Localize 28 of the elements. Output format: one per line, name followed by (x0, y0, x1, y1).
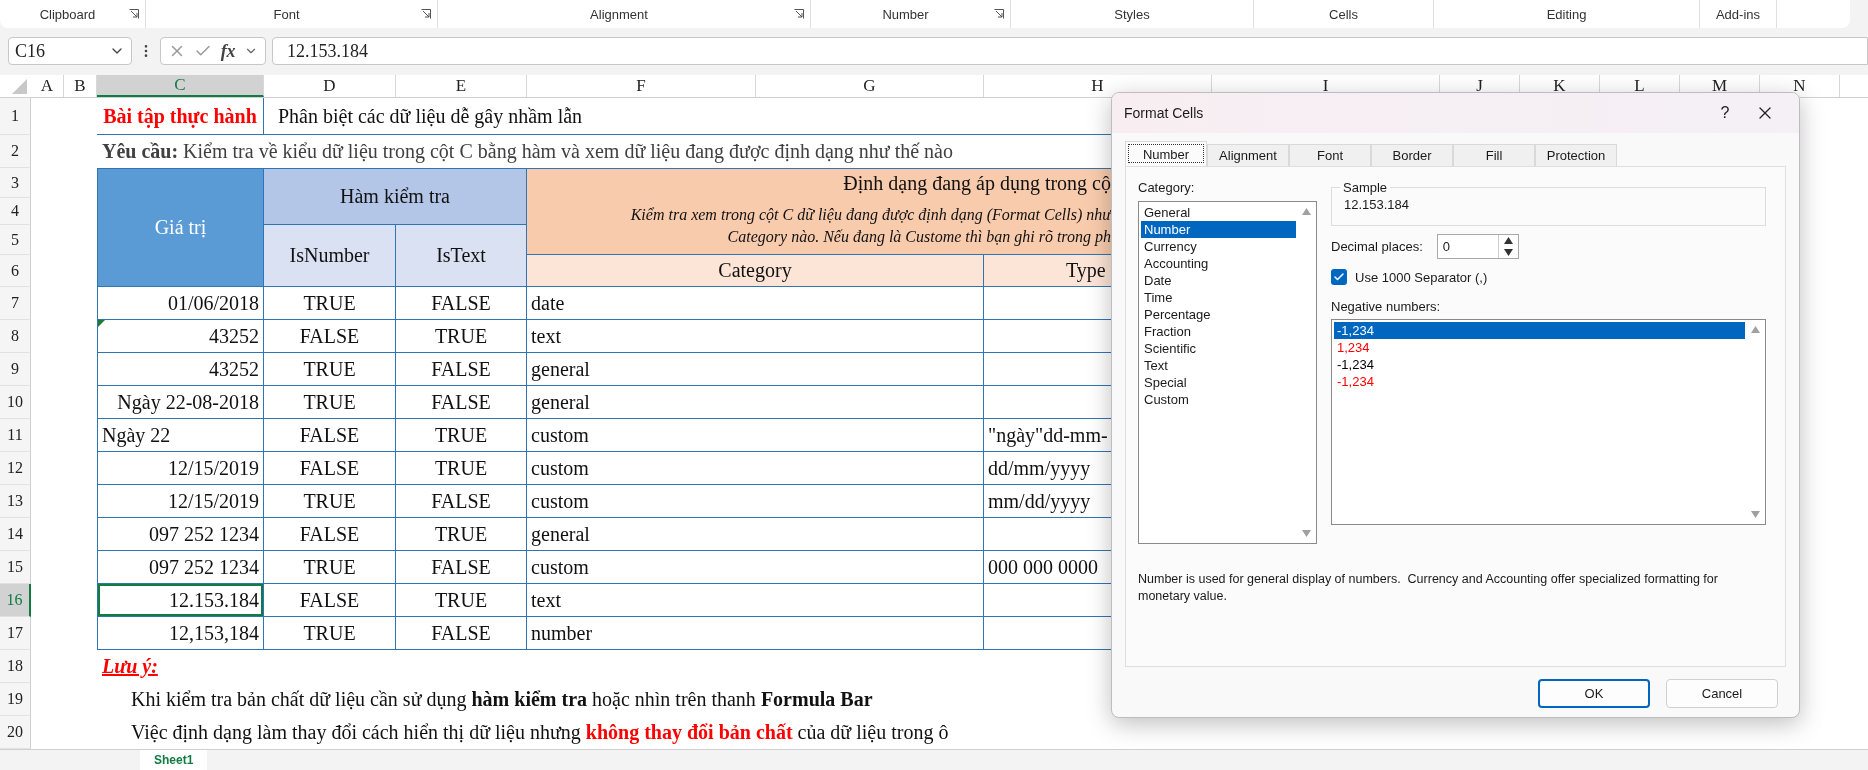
negative-numbers-label: Negative numbers: (1331, 299, 1442, 314)
category-label: Category: (1138, 180, 1196, 195)
note-text: Khi kiểm tra bản chất dữ liệu cần sử dụng hàm kiểm tra hoặc nhìn trên thanh Formula Bar (131, 688, 873, 711)
heading-note: Kiểm tra xem trong cột C dữ liệu đang được định dạng (Format Cells) như (630, 206, 1111, 224)
column-heading: Hàm kiểm tra (264, 168, 527, 225)
ribbon-group-label: Add-ins (1714, 6, 1762, 22)
ribbon-group-label: Clipboard (38, 6, 97, 22)
column-heading: Category (527, 255, 984, 287)
exercise-title: Bài tập thực hành (97, 98, 264, 135)
ribbon-group-label: Font (272, 6, 301, 22)
ribbon-group-label: Cells (1328, 6, 1359, 22)
heading-note: Category nào. Nếu đang là Custome thì bạn ghi rõ trong ph (727, 228, 1111, 246)
sample-label: Sample (1342, 180, 1389, 195)
ribbon-group-label: Editing (1545, 6, 1588, 22)
ribbon-group-label: Number (881, 6, 930, 22)
dialog-title: Format Cells (1124, 105, 1205, 121)
column-heading: IsText (396, 225, 527, 287)
exercise-subtitle: Phân biệt các dữ liệu dễ gây nhầm lẫn (278, 104, 583, 128)
note-text: Việc định dạng làm thay đổi cách hiển thị dữ liệu nhưng không thay đổi bản chất của dữ liệu trong ô (131, 721, 949, 744)
column-heading: Giá trị (97, 168, 264, 287)
note-title: Lưu ý: (102, 655, 158, 678)
decimal-places-label: Decimal places: (1331, 239, 1423, 254)
separator-label: Use 1000 Separator (,) (1355, 269, 1488, 285)
sample-value: 12.153.184 (1344, 197, 1410, 212)
requirement-text: Yêu cầu: Kiểm tra về kiểu dữ liệu trong cột C bằng hàm và xem dữ liệu đang được định dạng như thế nào (102, 140, 953, 163)
column-heading: IsNumber (264, 225, 396, 287)
ribbon-group-label: Styles (1113, 6, 1151, 22)
ribbon-group-label: Alignment (589, 6, 649, 22)
